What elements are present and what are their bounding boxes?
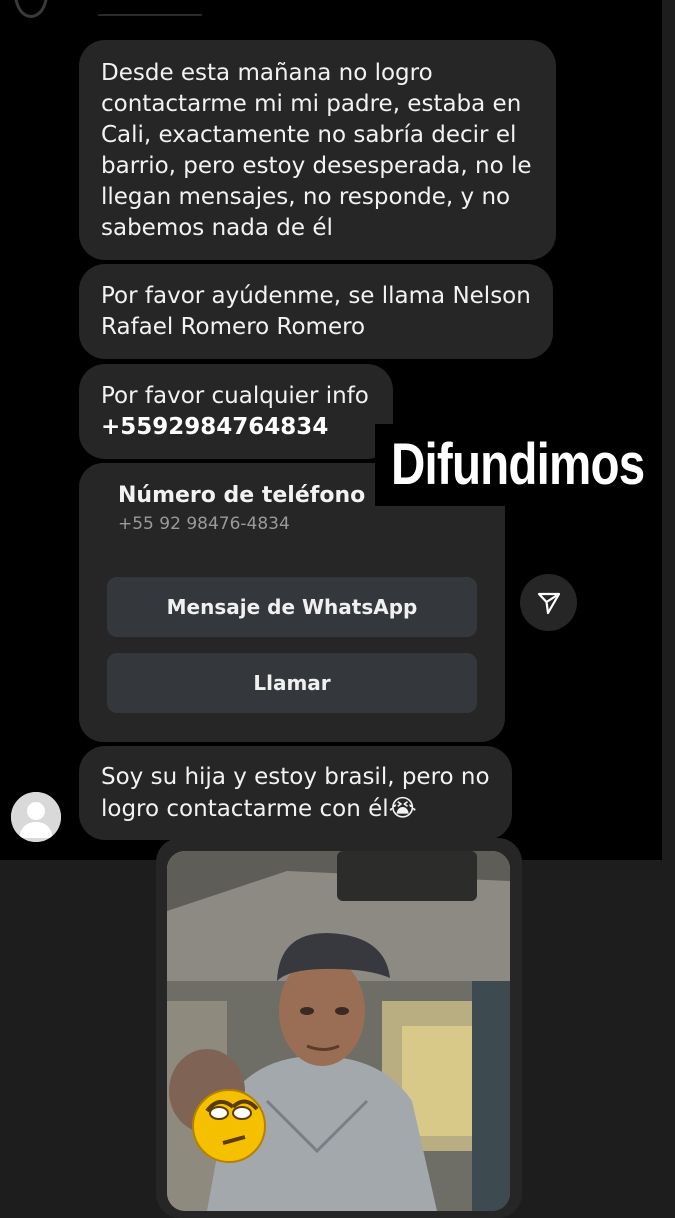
message-text-line: llegan mensajes, no responde, y no — [101, 184, 511, 210]
previous-message-edge — [98, 14, 202, 16]
phone-card-title: Número de teléfono — [118, 483, 366, 508]
overlay-caption: Difundimos — [391, 432, 645, 497]
photo-of-man-on-bus — [167, 851, 510, 1211]
sender-avatar[interactable] — [11, 792, 61, 842]
crying-emoji-sticker — [192, 1089, 266, 1163]
previous-avatar — [14, 0, 48, 18]
message-bubble[interactable]: Por favor ayúdenme, se llama Nelson Rafa… — [79, 264, 553, 359]
message-text-line: Cali, exactamente no sabría decir el — [101, 122, 517, 148]
crying-emoji: 😭 — [388, 794, 417, 822]
call-button[interactable]: Llamar — [107, 653, 477, 713]
message-bubble[interactable]: Soy su hija y estoy brasil, pero no logr… — [79, 746, 512, 840]
message-text-line: contactarme mi mi padre, estaba en — [101, 91, 522, 117]
message-bubble[interactable]: Por favor cualquier info +5592984764834 — [79, 364, 393, 459]
message-text-line: Por favor cualquier info — [101, 383, 369, 409]
message-text-line: Desde esta mañana no logro — [101, 60, 433, 86]
message-text: logro contactarme con él — [101, 796, 389, 822]
message-bubble[interactable]: Desde esta mañana no logro contactarme m… — [79, 40, 556, 260]
message-text-line: Soy su hija y estoy brasil, pero no — [101, 764, 490, 790]
shared-photo[interactable] — [167, 851, 510, 1211]
phone-number-link[interactable]: +5592984764834 — [101, 412, 371, 443]
message-text-line: barrio, pero estoy desesperada, no le — [101, 153, 532, 179]
phone-card-number: +55 92 98476-4834 — [118, 514, 290, 534]
share-send-icon — [537, 592, 560, 614]
message-text-line: Rafael Romero Romero — [101, 314, 366, 340]
whatsapp-message-button[interactable]: Mensaje de WhatsApp — [107, 577, 477, 637]
message-text-line-with-emoji: logro contactarme con él😭 — [101, 793, 490, 825]
message-text-line: sabemos nada de él — [101, 215, 333, 241]
message-text-line: Por favor ayúdenme, se llama Nelson — [101, 283, 531, 309]
default-avatar-icon — [11, 792, 61, 842]
share-button[interactable] — [520, 574, 577, 631]
